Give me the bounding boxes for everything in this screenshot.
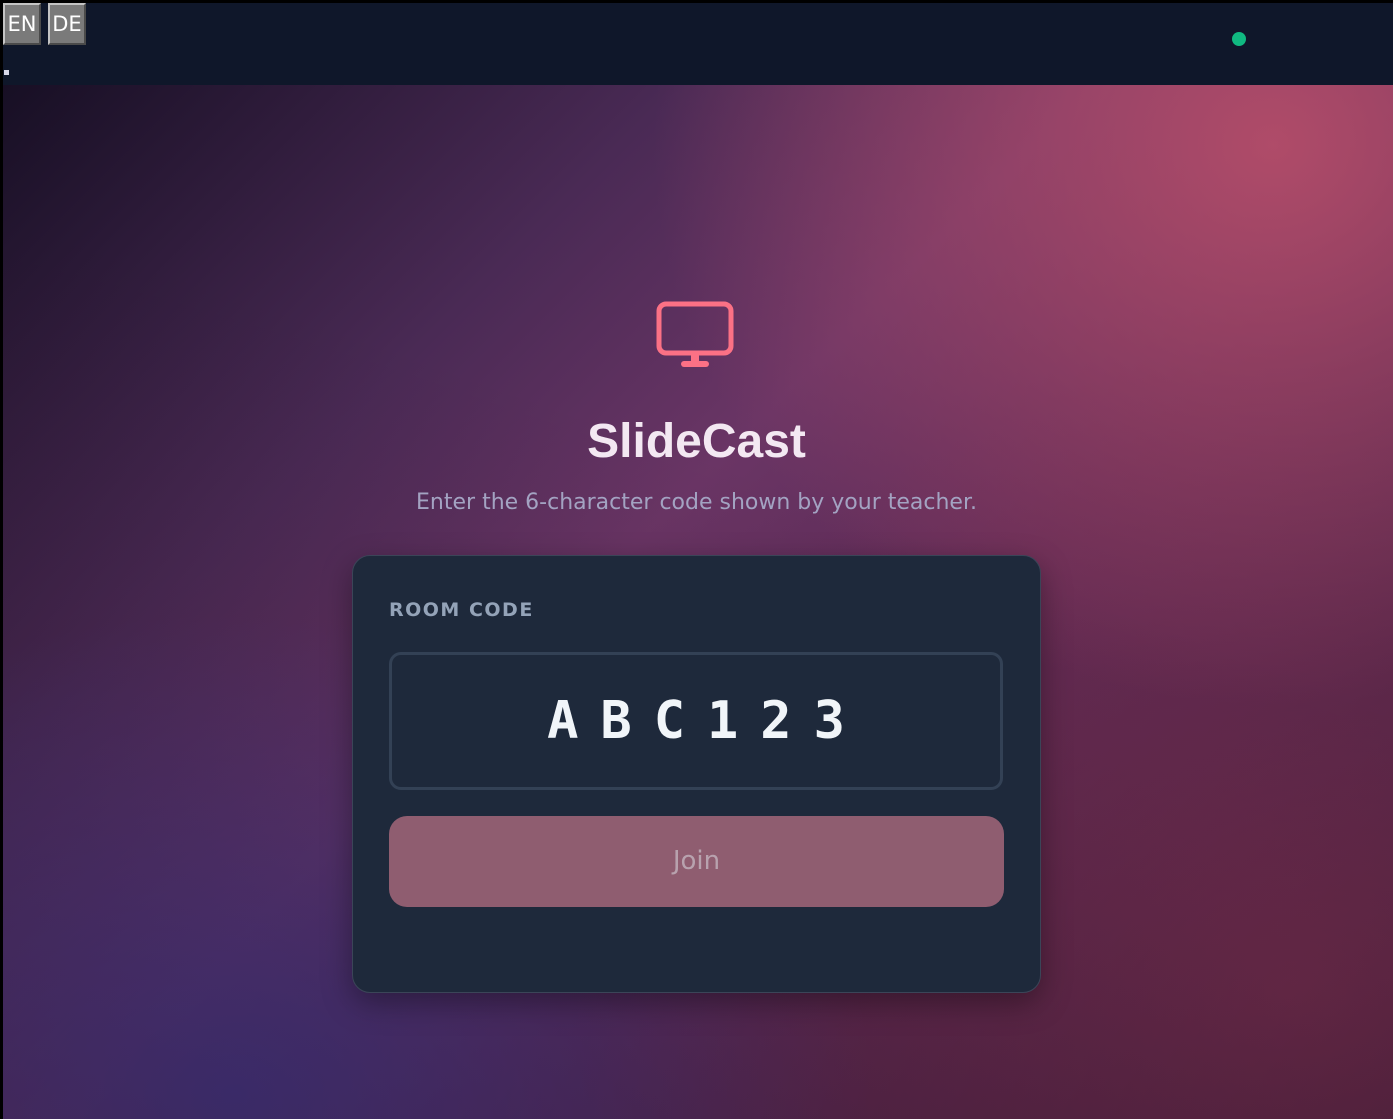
- top-bar: EN DE: [3, 3, 1393, 85]
- connection-status-dot: [1232, 32, 1246, 46]
- room-code-input[interactable]: [389, 652, 1003, 790]
- focus-marker: [4, 70, 9, 75]
- monitor-icon: [656, 301, 734, 367]
- room-code-label: ROOM CODE: [389, 599, 534, 621]
- instruction-text: Enter the 6-character code shown by your…: [416, 490, 977, 515]
- join-card: ROOM CODE Join: [352, 555, 1041, 993]
- language-de-button[interactable]: DE: [48, 3, 86, 45]
- language-en-button[interactable]: EN: [3, 3, 41, 45]
- app-title: SlideCast: [587, 415, 806, 468]
- join-button[interactable]: Join: [389, 816, 1004, 907]
